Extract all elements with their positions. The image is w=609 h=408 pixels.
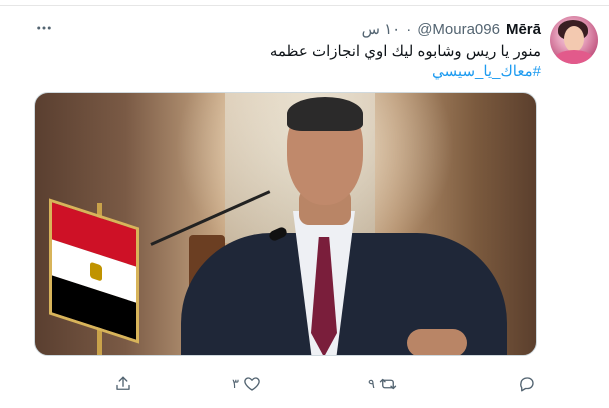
like-count: ٣	[232, 376, 239, 391]
author-name[interactable]: Mērā	[506, 21, 541, 38]
image-hand	[407, 329, 467, 355]
author-handle[interactable]: @Moura096	[417, 21, 500, 38]
tweet[interactable]: ١٠ س · @Moura096 Mērā منور يا ريس وشابوه…	[0, 6, 609, 408]
share-icon	[116, 376, 130, 390]
avatar-cloth	[554, 50, 594, 64]
retweet-count: ٩	[368, 376, 375, 391]
image-hair	[287, 97, 363, 131]
tweet-actions: ٣ ٩	[0, 370, 609, 398]
tweet-text: منور يا ريس وشابوه ليك اوي انجازات عظمه	[269, 43, 541, 60]
header-separator: ·	[406, 20, 412, 38]
egypt-flag-icon	[49, 198, 139, 344]
avatar[interactable]	[550, 16, 598, 64]
more-options-button[interactable]	[34, 18, 54, 38]
more-icon	[37, 26, 51, 30]
heart-icon	[244, 377, 260, 391]
like-button[interactable]: ٣	[232, 370, 261, 398]
tweet-time[interactable]: ١٠ س	[362, 20, 401, 38]
share-button[interactable]	[114, 370, 132, 398]
tweet-image[interactable]	[34, 92, 537, 356]
retweet-button[interactable]: ٩	[368, 370, 397, 398]
reply-icon	[520, 377, 534, 392]
tweet-header: ١٠ س · @Moura096 Mērā	[362, 19, 541, 39]
avatar-face	[564, 26, 584, 52]
hashtag-link[interactable]: #معاك_يا_سيسي	[432, 62, 541, 82]
reply-button[interactable]	[518, 370, 536, 398]
retweet-icon	[379, 378, 397, 390]
